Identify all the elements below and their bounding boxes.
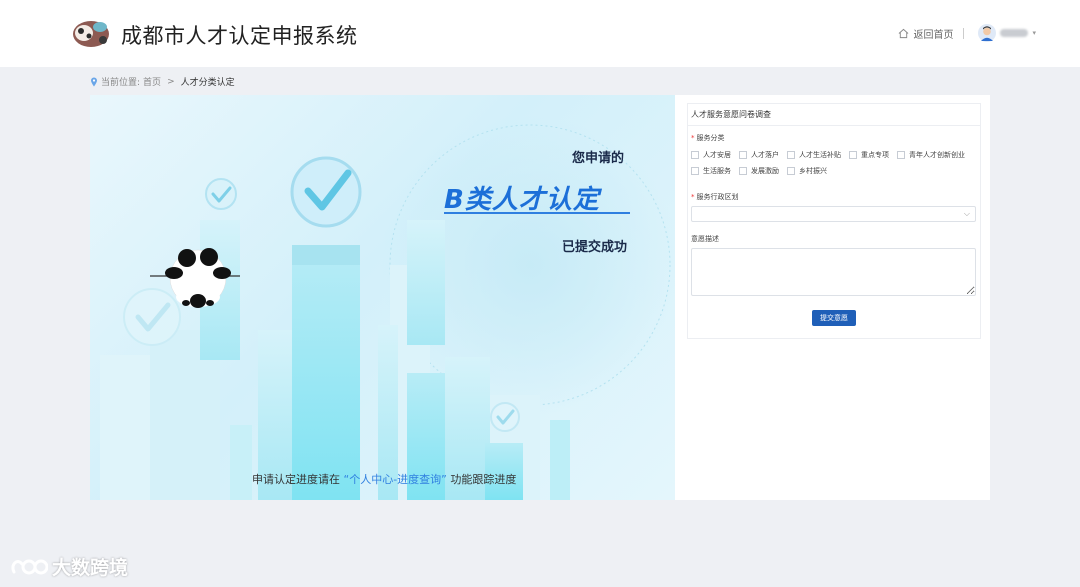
category-label: * 服务分类 [691, 134, 725, 142]
category-row-2: 生活服务 发展激励 乡村振兴 [691, 166, 835, 176]
checkbox-category[interactable]: 重点专项 [849, 150, 889, 160]
breadcrumb-separator: > [167, 76, 175, 87]
checkbox-category[interactable]: 人才生活补贴 [787, 150, 841, 160]
hero-line3: 已提交成功 [562, 240, 628, 255]
district-select-value [692, 216, 696, 224]
hero-underline [444, 212, 630, 214]
header-divider [963, 27, 965, 39]
top-header: 成都市人才认定申报系统 返回首页 ▾ [0, 0, 1080, 67]
location-pin-icon [91, 77, 97, 86]
user-menu[interactable]: ▾ [978, 24, 1036, 42]
submit-button[interactable]: 提交意愿 [812, 310, 856, 326]
chevron-down-icon: ▾ [1032, 29, 1036, 37]
description-textarea[interactable] [691, 248, 976, 296]
home-icon [899, 28, 909, 38]
hero-category: B类人才认定 [444, 185, 600, 215]
district-label: * 服务行政区划 [691, 193, 739, 201]
survey-title: 人才服务意愿问卷调查 [688, 104, 980, 126]
hero-footer-prefix: 申请认定进度请在 [252, 473, 340, 486]
site-title: 成都市人才认定申报系统 [121, 24, 358, 48]
checkmark-icon [290, 156, 362, 228]
user-avatar-icon [978, 24, 997, 42]
description-label: 意愿描述 [691, 235, 719, 243]
required-mark: * [691, 193, 695, 201]
user-name-blurred [1000, 29, 1029, 37]
checkbox-category[interactable]: 青年人才创新创业 [897, 150, 965, 160]
breadcrumb: 当前位置: 首页 > 人才分类认定 [90, 75, 235, 88]
category-row-1: 人才安居 人才落户 人才生活补贴 重点专项 青年人才创新创业 [691, 150, 973, 160]
success-hero: 您申请的 B类人才认定 已提交成功 申请认定进度请在 “个人中心-进度查询” 功… [90, 95, 675, 500]
checkmark-icon [205, 178, 237, 210]
breadcrumb-prefix: 当前位置: [101, 78, 141, 88]
header-actions: 返回首页 ▾ [898, 24, 1036, 42]
checkbox-category[interactable]: 人才落户 [739, 150, 779, 160]
main-panel: 您申请的 B类人才认定 已提交成功 申请认定进度请在 “个人中心-进度查询” 功… [90, 95, 990, 500]
progress-query-link[interactable]: “个人中心-进度查询” [344, 473, 447, 486]
breadcrumb-home[interactable]: 首页 [143, 75, 161, 88]
required-mark: * [691, 134, 695, 142]
checkbox-category[interactable]: 乡村振兴 [787, 166, 827, 176]
hero-footer-suffix: 功能跟踪进度 [450, 473, 517, 486]
breadcrumb-current: 人才分类认定 [180, 78, 235, 88]
panda-logo-icon [73, 21, 109, 47]
home-link-label: 返回首页 [913, 29, 954, 41]
checkbox-category[interactable]: 人才安居 [691, 150, 731, 160]
hero-line1: 您申请的 [572, 151, 625, 166]
watermark-text: 大数跨境 [52, 557, 129, 579]
home-link[interactable]: 返回首页 [898, 26, 953, 41]
checkbox-category[interactable]: 发展激励 [739, 166, 779, 176]
checkmark-icon [490, 402, 520, 432]
watermark-logo-icon [11, 559, 48, 574]
watermark: 大数跨境 [8, 553, 128, 580]
checkmark-icon [123, 288, 181, 346]
hero-footer: 申请认定进度请在 “个人中心-进度查询” 功能跟踪进度 [252, 471, 516, 487]
checkbox-category[interactable]: 生活服务 [691, 166, 731, 176]
survey-form: 人才服务意愿问卷调查 * 服务分类 人才安居 人才落户 人才生活补贴 重点专项 青… [687, 103, 981, 339]
chevron-down-icon: ⌵ [963, 209, 970, 218]
district-select[interactable]: ⌵ [691, 206, 976, 222]
